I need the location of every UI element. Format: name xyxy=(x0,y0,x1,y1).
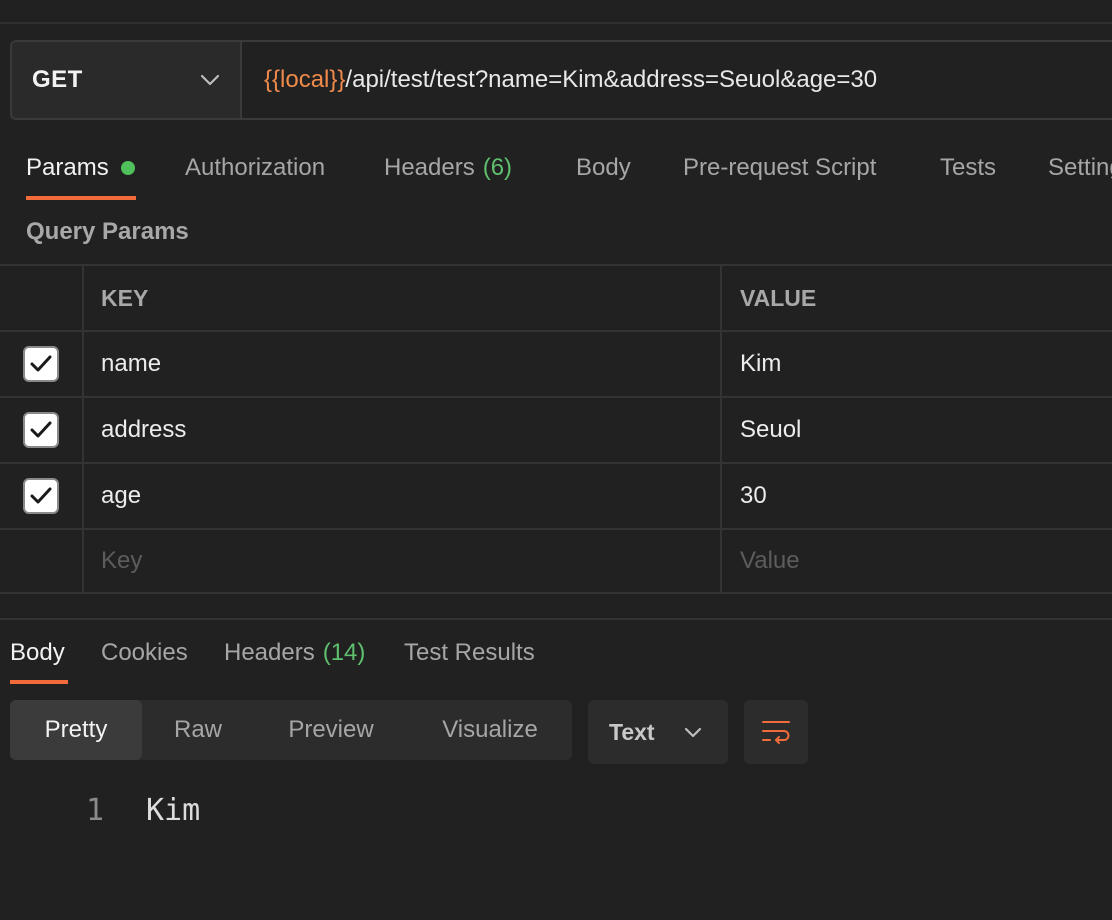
param-key[interactable]: age xyxy=(84,464,722,528)
url-path: /api/test/test?name=Kim&address=Seuol&ag… xyxy=(345,66,878,93)
format-select[interactable]: Text xyxy=(588,700,728,764)
tab-label: Pre-request Script xyxy=(683,154,877,181)
tab-label: Params xyxy=(26,154,109,181)
param-value[interactable]: Seuol xyxy=(722,398,1112,462)
format-label: Text xyxy=(609,718,655,745)
tab-settings[interactable]: Settings xyxy=(1048,136,1112,200)
tab-label: Tests xyxy=(940,154,997,181)
response-active-tab-underline xyxy=(10,680,68,684)
tab-label: Body xyxy=(576,154,631,181)
active-tab-underline xyxy=(26,196,136,200)
tab-label: Settings xyxy=(1048,154,1112,181)
view-mode-pretty[interactable]: Pretty xyxy=(10,700,142,760)
tab-label: Authorization xyxy=(185,154,326,181)
view-mode-visualize[interactable]: Visualize xyxy=(408,700,572,760)
row-check-cell xyxy=(0,530,84,592)
tab-tests[interactable]: Tests xyxy=(940,136,996,200)
checkmark-icon xyxy=(30,487,52,504)
tab-authorization[interactable]: Authorization xyxy=(185,136,325,200)
value-column-header: VALUE xyxy=(740,284,817,311)
view-mode-raw[interactable]: Raw xyxy=(142,700,254,760)
response-headers-count: (14) xyxy=(322,639,366,666)
tab-pre-request-script[interactable]: Pre-request Script xyxy=(683,136,876,200)
request-tabs: Params Authorization Headers (6) Body Pr… xyxy=(0,136,1112,202)
word-wrap-button[interactable] xyxy=(744,700,808,764)
param-checkbox[interactable] xyxy=(23,346,59,382)
word-wrap-icon xyxy=(762,721,790,744)
tab-label: Body xyxy=(10,639,65,666)
request-bar: GET {{local}}/api/test/test?name=Kim&add… xyxy=(10,40,1112,120)
response-tab-body[interactable]: Body xyxy=(10,630,65,676)
table-row: address Seuol xyxy=(0,396,1112,462)
top-divider xyxy=(0,22,1112,24)
row-check-cell xyxy=(0,464,84,528)
line-text: Kim xyxy=(146,792,201,828)
headers-count: (6) xyxy=(482,154,513,181)
query-params-table: KEY VALUE name Kim address Seuol age 30 xyxy=(0,264,1112,594)
tab-headers[interactable]: Headers (6) xyxy=(384,136,512,200)
row-check-cell xyxy=(0,398,84,462)
response-tab-test-results[interactable]: Test Results xyxy=(404,630,535,676)
tab-label: Cookies xyxy=(101,639,188,666)
table-row: age 30 xyxy=(0,462,1112,528)
url-variable: {{local}} xyxy=(264,66,346,93)
new-key-input[interactable]: Key xyxy=(84,530,722,592)
row-check-cell xyxy=(0,332,84,396)
tab-label: Headers xyxy=(224,639,315,666)
chevron-down-icon xyxy=(684,727,702,738)
url-input[interactable]: {{local}}/api/test/test?name=Kim&address… xyxy=(242,42,1112,118)
tab-label: Test Results xyxy=(404,639,535,666)
param-value[interactable]: 30 xyxy=(722,464,1112,528)
line-number: 1 xyxy=(86,792,105,828)
query-params-title: Query Params xyxy=(26,218,189,245)
method-select[interactable]: GET xyxy=(12,42,242,118)
tab-body[interactable]: Body xyxy=(576,136,631,200)
param-checkbox[interactable] xyxy=(23,412,59,448)
tab-params[interactable]: Params xyxy=(26,136,135,200)
checkmark-icon xyxy=(30,355,52,372)
chevron-down-icon xyxy=(200,74,220,86)
view-mode-segmented-control: Pretty Raw Preview Visualize xyxy=(10,700,572,760)
table-header-row: KEY VALUE xyxy=(0,264,1112,330)
table-row-new: Key Value xyxy=(0,528,1112,594)
response-divider xyxy=(0,618,1112,620)
param-key[interactable]: name xyxy=(84,332,722,396)
response-tab-headers[interactable]: Headers (14) xyxy=(224,630,365,676)
tab-label: Headers xyxy=(384,154,475,181)
method-label: GET xyxy=(32,66,83,93)
param-key[interactable]: address xyxy=(84,398,722,462)
param-value[interactable]: Kim xyxy=(722,332,1112,396)
param-checkbox[interactable] xyxy=(23,478,59,514)
new-value-input[interactable]: Value xyxy=(722,530,1112,592)
response-tab-cookies[interactable]: Cookies xyxy=(101,630,188,676)
params-active-dot xyxy=(120,161,135,175)
checkmark-icon xyxy=(30,421,52,438)
view-mode-preview[interactable]: Preview xyxy=(254,700,408,760)
table-row: name Kim xyxy=(0,330,1112,396)
header-check-cell xyxy=(0,266,84,330)
key-column-header: KEY xyxy=(84,266,722,330)
